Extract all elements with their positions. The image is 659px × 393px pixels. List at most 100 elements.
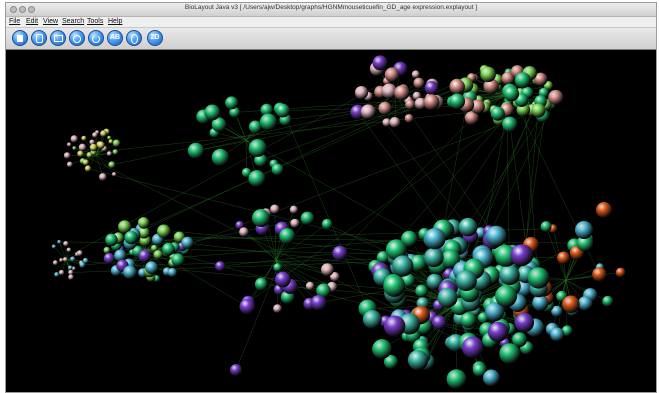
graph-node[interactable] — [239, 298, 256, 315]
graph-node[interactable] — [66, 161, 73, 168]
layout-button[interactable] — [69, 30, 85, 46]
graph-node[interactable] — [503, 85, 520, 102]
graph-node[interactable] — [321, 218, 333, 230]
save-button[interactable] — [50, 30, 66, 46]
graph-node[interactable] — [446, 369, 467, 389]
graph-node[interactable] — [145, 261, 159, 275]
graph-node[interactable] — [449, 79, 465, 95]
graph-node[interactable] — [487, 321, 509, 342]
graph-node[interactable] — [300, 211, 315, 225]
graph-node[interactable] — [275, 271, 291, 288]
menu-search[interactable]: Search — [62, 17, 84, 27]
graph-node[interactable] — [89, 143, 98, 152]
graph-node[interactable] — [167, 267, 177, 278]
graph-node[interactable] — [59, 258, 64, 263]
graph-node[interactable] — [372, 339, 392, 359]
graph-node[interactable] — [225, 96, 239, 110]
graph-node[interactable] — [290, 218, 300, 228]
label-toggle-button[interactable]: AB — [107, 30, 123, 46]
graph-node[interactable] — [502, 116, 518, 132]
graph-node[interactable] — [415, 284, 428, 298]
graph-node[interactable] — [384, 315, 406, 337]
graph-node[interactable] — [84, 165, 92, 172]
graph-node[interactable] — [490, 106, 505, 121]
graph-node[interactable] — [424, 81, 439, 95]
graph-node[interactable] — [70, 135, 79, 143]
graph-node[interactable] — [557, 251, 570, 265]
graph-node[interactable] — [100, 130, 107, 138]
graph-node[interactable] — [215, 261, 226, 272]
graph-node[interactable] — [289, 205, 298, 214]
graph-node[interactable] — [108, 139, 114, 144]
graph-node[interactable] — [112, 149, 119, 155]
graph-node[interactable] — [171, 253, 185, 267]
graph-node[interactable] — [138, 249, 152, 263]
graph-node[interactable] — [124, 230, 138, 245]
graph-node[interactable] — [99, 173, 107, 181]
graph-node[interactable] — [68, 265, 73, 271]
graph-node[interactable] — [112, 172, 117, 177]
graph-node[interactable] — [532, 294, 549, 311]
graph-node[interactable] — [273, 263, 282, 272]
graph-node[interactable] — [58, 269, 65, 276]
graph-node[interactable] — [384, 67, 400, 83]
graph-node[interactable] — [592, 267, 607, 282]
graph-node[interactable] — [66, 247, 72, 253]
graph-node[interactable] — [578, 296, 593, 311]
graph-node[interactable] — [495, 285, 518, 308]
graph-node[interactable] — [103, 252, 115, 265]
graph-node[interactable] — [394, 85, 410, 101]
graph-node[interactable] — [437, 287, 458, 308]
graph-node[interactable] — [404, 114, 414, 123]
graph-node[interactable] — [461, 336, 484, 359]
graph-node[interactable] — [480, 66, 496, 83]
graph-node[interactable] — [54, 272, 60, 278]
graph-node[interactable] — [123, 265, 137, 280]
graph-node[interactable] — [407, 349, 429, 371]
graph-node[interactable] — [254, 277, 268, 291]
menu-file[interactable]: File — [9, 17, 20, 27]
graph-node[interactable] — [411, 70, 420, 79]
menu-tools[interactable]: Tools — [87, 17, 103, 27]
graph-node[interactable] — [485, 225, 507, 247]
graph-node[interactable] — [514, 312, 535, 333]
menu-edit[interactable]: Edit — [26, 17, 38, 27]
graph-node[interactable] — [52, 260, 58, 266]
graph-node[interactable] — [332, 245, 348, 261]
network-graph[interactable] — [6, 50, 656, 392]
graph-node[interactable] — [68, 269, 74, 276]
graph-node[interactable] — [392, 255, 414, 277]
open-file-button[interactable] — [31, 30, 47, 46]
graph-node[interactable] — [413, 77, 425, 89]
graph-node[interactable] — [157, 224, 171, 239]
graph-node[interactable] — [204, 104, 221, 121]
graph-node[interactable] — [107, 135, 112, 140]
graph-node[interactable] — [531, 103, 546, 118]
graph-node[interactable] — [79, 262, 86, 268]
node-button[interactable] — [126, 30, 142, 46]
graph-node[interactable] — [103, 246, 111, 254]
graph-node[interactable] — [499, 264, 520, 286]
graph-node[interactable] — [460, 312, 477, 329]
graph-node[interactable] — [372, 55, 388, 71]
graph-node[interactable] — [602, 295, 614, 307]
graph-node[interactable] — [230, 364, 242, 376]
graph-node[interactable] — [68, 274, 74, 280]
graph-node[interactable] — [248, 170, 266, 187]
graph-node[interactable] — [77, 150, 84, 158]
graph-node[interactable] — [510, 244, 533, 267]
graph-node[interactable] — [540, 221, 552, 233]
graph-node[interactable] — [76, 250, 83, 257]
graph-node[interactable] — [279, 228, 296, 244]
graph-node[interactable] — [105, 233, 118, 247]
graph-node[interactable] — [424, 247, 444, 268]
graph-node[interactable] — [514, 72, 531, 89]
graph-node[interactable] — [275, 103, 290, 118]
graph-node[interactable] — [310, 294, 327, 311]
graph-node[interactable] — [383, 274, 406, 297]
graph-node[interactable] — [483, 369, 500, 387]
graph-node[interactable] — [248, 120, 262, 134]
graph-node[interactable] — [211, 148, 229, 167]
graph-node[interactable] — [596, 202, 612, 218]
graph-node[interactable] — [137, 217, 150, 229]
